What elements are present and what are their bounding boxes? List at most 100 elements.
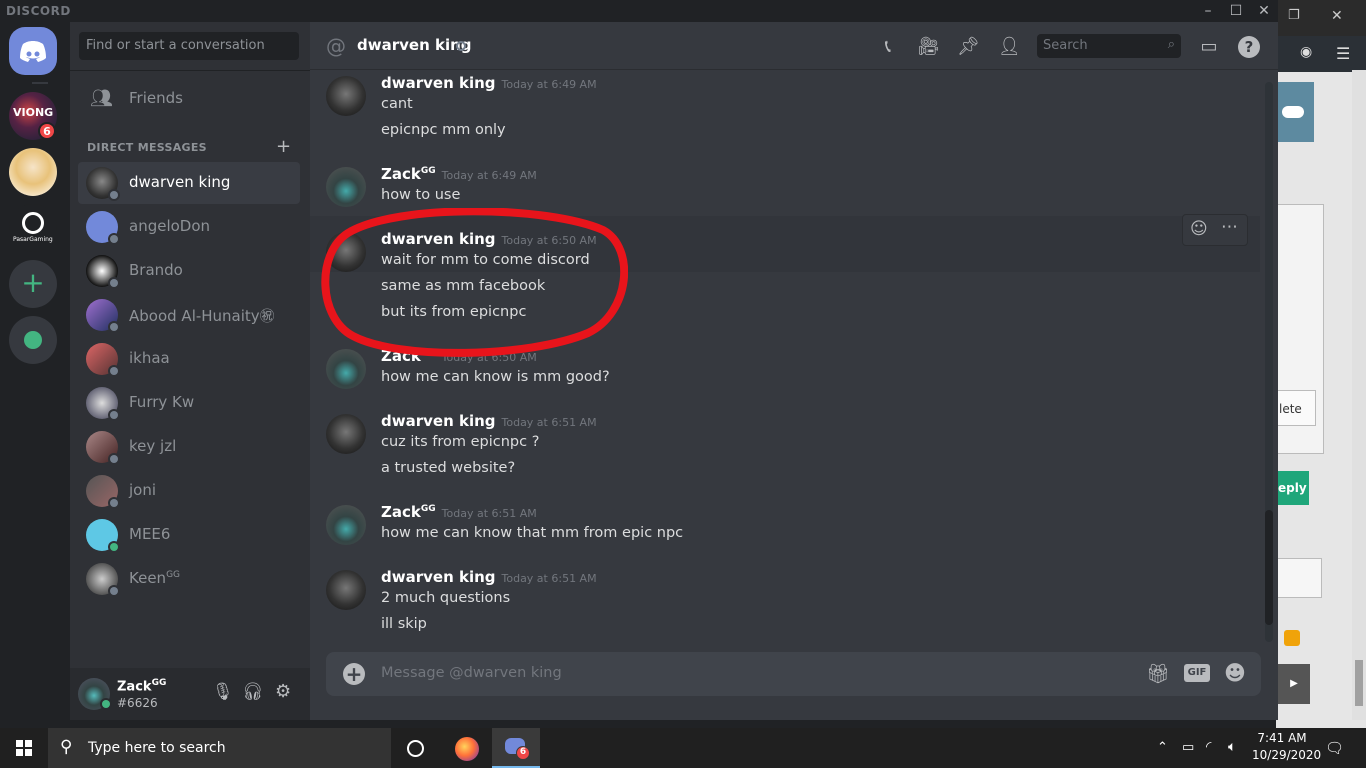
message-author[interactable]: dwarven king Today at 6:51 AM [381,412,597,430]
bg-scroll-thumb[interactable] [1355,660,1363,706]
clock-date: 10/29/2020 [1252,748,1322,762]
dm-item[interactable]: ikhaa [78,338,300,380]
bg-restore-icon[interactable]: ❐ [1288,8,1300,23]
find-conversation-input[interactable]: Find or start a conversation [79,32,299,60]
explore-servers-button[interactable] [9,316,57,364]
dm-name: key jzl [129,437,177,455]
message-avatar[interactable] [326,570,366,610]
inbox-icon[interactable]: ▭ [1198,36,1220,58]
dm-name: joni [129,481,157,499]
chat-header: @ dwarven king 📞︎ 🎥︎ 📌︎ 👤︎ Search ⌕ ▭ ? [310,22,1278,70]
background-window: ❐ ✕ ◉ ☰ lete eply ▶ [1276,0,1366,728]
add-reaction-icon[interactable]: ☺ [1190,219,1208,239]
server-anime[interactable] [9,148,57,196]
maximize-icon[interactable]: ☐ [1222,0,1250,22]
firefox-icon[interactable] [455,737,479,761]
status-indicator [108,409,120,421]
dm-item[interactable]: dwarven king [78,162,300,204]
voice-call-icon[interactable]: 📞︎ [877,36,899,58]
home-button[interactable] [9,27,57,75]
message-timestamp: Today at 6:49 AM [501,78,597,91]
help-icon[interactable]: ? [1238,36,1260,58]
windows-taskbar: ⚲ Type here to search 6 ⌃ ▭ ◜ 🔈︎ 7:41 AM… [0,728,1366,768]
message-author[interactable]: ZackGG Today at 6:49 AM [381,165,537,183]
message-input[interactable]: Message @dwarven king [381,665,562,681]
dm-item[interactable]: Abood Al-Hunaity㊗ [78,294,300,336]
clock[interactable]: 7:41 AM 10/29/2020 [1252,731,1322,762]
title-bar: DISCORD – ☐ ✕ [0,0,1278,22]
gif-button[interactable]: GIF [1184,664,1210,682]
emoji-icon[interactable]: ☻ [1224,661,1246,685]
wifi-icon[interactable]: ◜ [1206,739,1211,755]
bg-delete-button[interactable]: lete [1276,390,1316,426]
status-offline-icon [456,41,466,51]
dm-item[interactable]: angeloDon [78,206,300,248]
message-avatar[interactable] [326,76,366,116]
chat-search-input[interactable]: Search ⌕ [1037,34,1181,58]
dm-name: KeenGG [129,569,181,587]
dm-item[interactable]: joni [78,470,300,512]
message-author[interactable]: dwarven king Today at 6:49 AM [381,74,597,92]
video-call-icon[interactable]: 🎥︎ [917,36,940,58]
user-name: ZackGG [117,678,167,695]
bg-youtube-icon[interactable]: ▶ [1278,664,1310,704]
taskbar-search-input[interactable]: ⚲ Type here to search [48,728,391,768]
status-indicator [108,585,120,597]
windows-start-icon[interactable] [16,740,32,756]
dm-name: angeloDon [129,217,211,235]
bg-toggle[interactable] [1282,106,1304,118]
status-indicator [108,233,120,245]
dm-item[interactable]: Furry Kw [78,382,300,424]
bg-menu-icon[interactable]: ☰ [1336,44,1350,63]
server-pasar-gaming[interactable]: PasarGaming [9,204,57,252]
taskbar-discord-badge: 6 [516,746,530,760]
message-author[interactable]: dwarven king Today at 6:51 AM [381,568,597,586]
battery-icon[interactable]: ▭ [1182,740,1194,755]
settings-gear-icon[interactable]: ⚙ [275,681,291,702]
bg-reply-button[interactable]: eply [1276,471,1309,505]
dm-item[interactable]: KeenGG [78,558,300,600]
dm-item[interactable]: MEE6 [78,514,300,556]
pin-icon[interactable]: 📌︎ [957,36,980,58]
message-timestamp: Today at 6:51 AM [501,416,597,429]
bg-close-icon[interactable]: ✕ [1331,8,1343,24]
gift-icon[interactable]: 🎁︎ [1146,662,1170,685]
message-author[interactable]: ZackGG Today at 6:51 AM [381,503,537,521]
microphone-icon[interactable]: 🎙︎ [212,682,234,702]
more-options-icon[interactable]: ⋯ [1221,217,1238,237]
headphones-icon[interactable]: 🎧︎ [242,682,264,702]
message-text: a trusted website? [381,460,516,476]
message-text: epicnpc mm only [381,122,506,138]
chat-scroll-thumb[interactable] [1265,510,1273,625]
dm-name: dwarven king [129,173,231,191]
upload-plus-icon[interactable]: + [343,663,365,685]
notifications-icon[interactable]: 🗨︎ [1325,739,1344,757]
server-rail: VIONG 6 PasarGaming + [0,22,70,720]
dm-name: Abood Al-Hunaity㊗ [129,307,275,325]
bg-account-icon[interactable]: ◉ [1300,44,1312,60]
status-indicator [108,277,120,289]
dm-item[interactable]: key jzl [78,426,300,468]
dm-item[interactable]: Brando [78,250,300,292]
status-indicator [108,189,120,201]
status-indicator [108,321,120,333]
close-icon[interactable]: ✕ [1250,0,1278,22]
chat-title: dwarven king [357,36,472,54]
tray-chevron-icon[interactable]: ⌃ [1157,740,1168,755]
bg-rss-icon[interactable] [1284,630,1300,646]
create-dm-icon[interactable]: + [276,136,291,157]
volume-icon[interactable]: 🔈︎ [1228,739,1236,755]
cortana-icon[interactable] [407,740,424,757]
bg-scrollbar[interactable] [1352,70,1366,720]
status-indicator [108,365,120,377]
add-friend-icon[interactable]: 👤︎ [998,36,1021,58]
message-text: how to use [381,187,461,203]
discord-logo-icon [20,41,46,62]
taskbar-discord[interactable]: 6 [492,728,540,768]
friends-nav[interactable]: 👥︎ Friends [78,77,300,119]
minimize-icon[interactable]: – [1194,0,1222,22]
add-server-button[interactable]: + [9,260,57,308]
message-avatar[interactable] [326,414,366,454]
message-avatar[interactable] [326,505,366,545]
message-avatar[interactable] [326,167,366,207]
